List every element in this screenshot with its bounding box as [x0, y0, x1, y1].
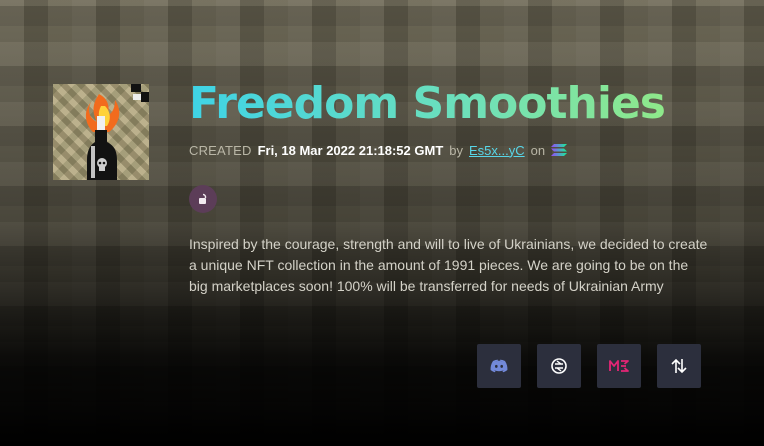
swap-button[interactable]	[657, 344, 701, 388]
created-label: CREATED	[189, 142, 252, 158]
magic-eden-button[interactable]	[597, 344, 641, 388]
unlock-badge[interactable]	[189, 185, 217, 213]
by-label: by	[449, 142, 463, 158]
solscan-button[interactable]	[537, 344, 581, 388]
collection-title: Freedom Smoothies	[189, 78, 666, 129]
on-label: on	[530, 142, 546, 158]
solscan-icon	[551, 358, 567, 374]
swap-icon	[671, 358, 687, 374]
discord-icon	[490, 359, 508, 373]
collection-meta: CREATED Fri, 18 Mar 2022 21:18:52 GMT by…	[189, 141, 568, 159]
collection-header: Freedom Smoothies CREATED Fri, 18 Mar 20…	[0, 0, 764, 446]
solana-icon	[551, 144, 568, 156]
unlock-icon	[199, 193, 207, 204]
collection-description: Inspired by the courage, strength and wi…	[189, 236, 708, 294]
owner-link[interactable]: Es5x...yC	[469, 143, 525, 158]
molotov-bottle-icon	[85, 84, 149, 180]
discord-button[interactable]	[477, 344, 521, 388]
collection-thumbnail	[53, 84, 149, 180]
magic-eden-icon	[609, 360, 629, 372]
created-date: Fri, 18 Mar 2022 21:18:52 GMT	[257, 142, 444, 158]
